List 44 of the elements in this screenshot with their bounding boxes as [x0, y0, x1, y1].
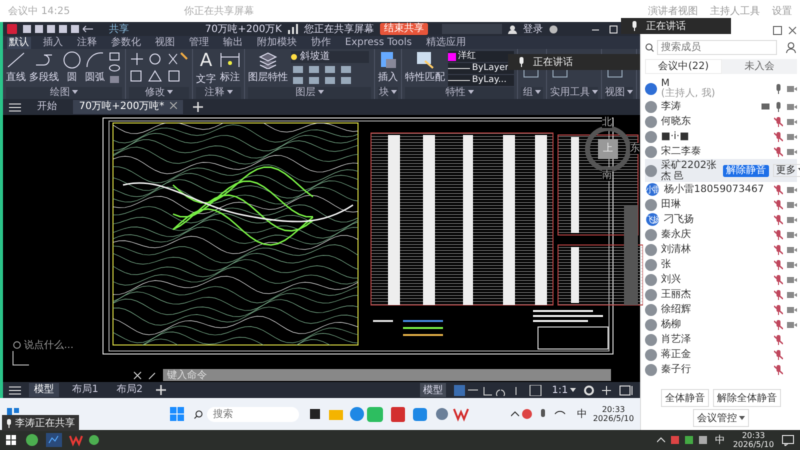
share-status: 您正在共享屏幕 [304, 22, 374, 36]
tool-label: 特性匹配 [405, 70, 445, 84]
participant-name: 田琳 [661, 199, 682, 210]
participant-name: 蒋正金 [661, 349, 692, 360]
toast-text: 正在讲话 [533, 56, 573, 69]
participant-name: 宋二李泰 [661, 146, 702, 157]
clock-date: 2026/5/10 [592, 414, 634, 423]
tooltip-text: 李涛正在共享 [15, 416, 75, 430]
participant-name: 秦永庆 [661, 229, 692, 240]
participant-name: 王丽杰 [661, 289, 692, 300]
compass-label: 北 [602, 117, 612, 128]
participant-role: (主持人, 我) [661, 89, 716, 99]
participant-name: M [661, 78, 670, 89]
participant-name: 采矿2202张杰 邑 [661, 160, 718, 182]
participant-name: 杨小雷18059073467 [664, 184, 765, 195]
toast-text: 正在讲话 [646, 20, 686, 33]
participant-name: 刘兴 [661, 274, 682, 285]
participant-name: 肖艺泽 [661, 334, 692, 345]
clock-time: 20:33 [742, 431, 766, 440]
tool-label: 多段线 [29, 70, 59, 84]
participant-name: 何晓东 [661, 116, 692, 127]
participant-name: 张 [661, 259, 672, 270]
participant-name: ■·i·■ [661, 131, 690, 142]
clock-date: 2026/5/10 [732, 440, 774, 449]
participant-name: 刘清林 [661, 244, 692, 255]
tool-label: 直线 [6, 70, 26, 84]
compass-label: 东 [630, 143, 640, 154]
participant-name: 刁飞扬 [664, 214, 695, 225]
participant-name: 杨柳 [661, 319, 682, 330]
compass-label: 南 [602, 170, 612, 181]
participant-name: 徐绍辉 [661, 304, 692, 315]
participant-name: 秦子行 [661, 364, 692, 375]
chat-hint-text: 说点什么... [24, 338, 74, 352]
clock-time: 20:33 [602, 405, 626, 414]
tool-label: 文字 [196, 72, 216, 86]
tool-label: 图层特性 [248, 70, 288, 84]
tool-label: 标注 [220, 70, 240, 84]
file-title: 70万吨+200万K [205, 22, 282, 36]
share-notice: 你正在共享屏幕 [184, 4, 254, 18]
participant-name: 李涛 [661, 101, 682, 112]
tool-label: 圆弧 [85, 71, 105, 84]
meeting-info: 会议中 14:25 [8, 4, 70, 18]
tool-label: 圆 [67, 71, 77, 84]
tool-label: 插入 [378, 70, 398, 84]
